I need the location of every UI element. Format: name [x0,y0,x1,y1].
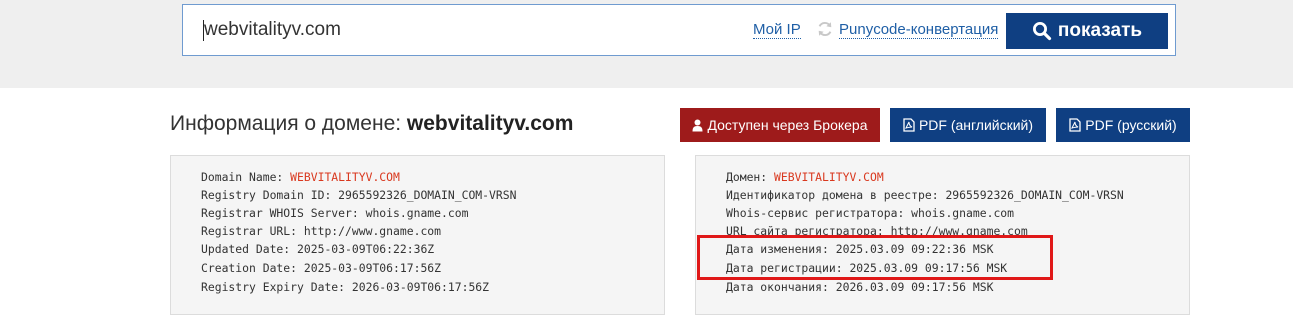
whois-line: Whois-сервис регистратора: whois.gname.c… [726,206,1015,220]
search-box: Мой IP Punycode-конвертация показать [182,4,1176,56]
page-title: Информация о домене: webvitalityv.com [170,112,573,136]
text-caret [203,20,204,41]
whois-line: Registry Expiry Date: 2026-03-09T06:17:5… [201,280,490,294]
page-title-domain: webvitalityv.com [406,112,574,135]
show-button-label: показать [1057,20,1143,41]
whois-line: Дата окончания: 2026.03.09 09:17:56 MSK [726,280,994,294]
whois-line: Creation Date: 2025-03-09T06:17:56Z [201,261,442,275]
pdf-english-button[interactable]: PDF (английский) [890,108,1046,142]
whois-line: Домен: WEBVITALITYV.COM [726,170,884,184]
whois-line: Registry Domain ID: 2965592326_DOMAIN_CO… [201,188,517,202]
pdf-english-label: PDF (английский) [918,117,1034,133]
whois-line: Domain Name: WEBVITALITYV.COM [201,170,400,184]
punycode-link[interactable]: Punycode-конвертация [839,21,999,39]
my-ip-link[interactable]: Мой IP [753,21,801,39]
pdf-russian-label: PDF (русский) [1085,117,1177,133]
pdf-russian-button[interactable]: PDF (русский) [1056,108,1190,142]
search-icon [1032,22,1052,41]
whois-line: Updated Date: 2025-03-09T06:22:36Z [201,242,435,256]
show-button[interactable]: показать [1006,13,1168,49]
whois-line: Registrar URL: http://www.gname.com [201,224,442,238]
page-title-prefix: Информация о домене: [170,112,407,135]
domain-search-input[interactable] [204,16,724,44]
whois-record-english: Domain Name: WEBVITALITYV.COM Registry D… [170,155,665,315]
dates-highlight-box [697,235,1053,280]
whois-line: Идентификатор домена в реестре: 29655923… [726,188,1124,202]
user-icon [692,119,703,131]
whois-line: Registrar WHOIS Server: whois.gname.com [201,206,469,220]
broker-button[interactable]: Доступен через Брокера [680,108,880,142]
refresh-icon [818,21,832,37]
pdf-file-icon [1069,118,1081,132]
broker-button-label: Доступен через Брокера [707,117,868,133]
pdf-file-icon [903,118,915,132]
